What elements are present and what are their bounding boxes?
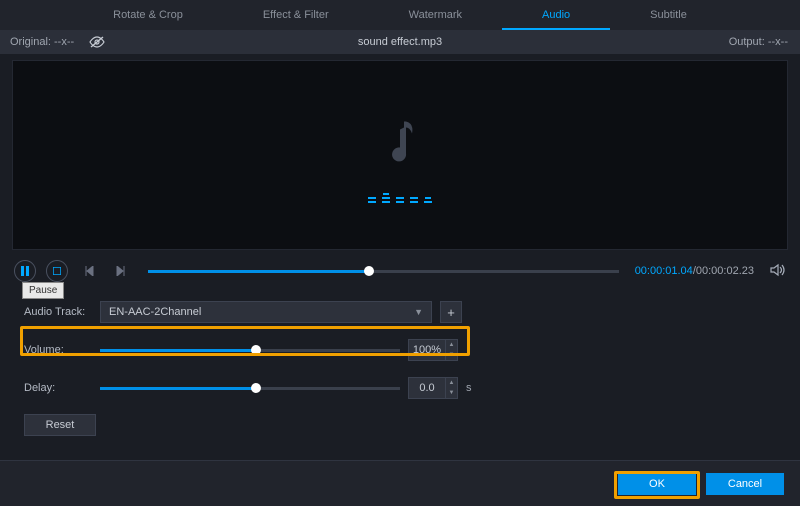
volume-slider[interactable] <box>100 342 400 358</box>
output-dimensions: Output: --x-- <box>729 36 800 48</box>
tab-rotate-crop[interactable]: Rotate & Crop <box>73 0 223 30</box>
delay-label: Delay: <box>24 382 92 394</box>
total-time: 00:00:02.23 <box>696 265 754 277</box>
pause-button[interactable] <box>14 260 36 282</box>
info-bar: Original: --x-- sound effect.mp3 Output:… <box>0 30 800 54</box>
ok-button[interactable]: OK <box>618 473 696 495</box>
tab-audio[interactable]: Audio <box>502 0 610 30</box>
audio-track-select[interactable]: EN-AAC-2Channel ▼ <box>100 301 432 323</box>
volume-label: Volume: <box>24 344 92 356</box>
audio-panel: Audio Track: EN-AAC-2Channel ▼ + Volume:… <box>0 286 800 436</box>
delay-value: 0.0 <box>409 382 445 394</box>
footer: OK Cancel <box>0 460 800 506</box>
cancel-button[interactable]: Cancel <box>706 473 784 495</box>
pause-tooltip: Pause <box>22 282 64 299</box>
filename-label: sound effect.mp3 <box>358 36 442 48</box>
volume-up-spinner[interactable]: ▲ <box>446 340 457 350</box>
delay-down-spinner[interactable]: ▼ <box>446 388 457 398</box>
current-time: 00:00:01.04 <box>635 265 693 277</box>
reset-button[interactable]: Reset <box>24 414 96 436</box>
playback-bar: 00:00:01.04/00:00:02.23 Pause <box>0 250 800 286</box>
timecode: 00:00:01.04/00:00:02.23 <box>635 265 754 277</box>
volume-row: Volume: 100% ▲ ▼ <box>24 338 776 362</box>
delay-unit: s <box>466 382 480 394</box>
next-frame-button[interactable] <box>110 260 132 282</box>
volume-value-box[interactable]: 100% ▲ ▼ <box>408 339 458 361</box>
stop-button[interactable] <box>46 260 68 282</box>
delay-row: Delay: 0.0 ▲ ▼ s <box>24 376 776 400</box>
volume-down-spinner[interactable]: ▼ <box>446 350 457 360</box>
prev-frame-button[interactable] <box>78 260 100 282</box>
audio-track-label: Audio Track: <box>24 306 92 318</box>
equalizer-icon <box>368 193 432 203</box>
tab-watermark[interactable]: Watermark <box>369 0 502 30</box>
editor-tabs: Rotate & Crop Effect & Filter Watermark … <box>0 0 800 30</box>
add-track-button[interactable]: + <box>440 301 462 323</box>
volume-value: 100% <box>409 344 445 356</box>
audio-track-row: Audio Track: EN-AAC-2Channel ▼ + <box>24 300 776 324</box>
volume-icon[interactable] <box>770 263 786 280</box>
tab-subtitle[interactable]: Subtitle <box>610 0 727 30</box>
original-dimensions: Original: --x-- <box>10 36 74 48</box>
delay-up-spinner[interactable]: ▲ <box>446 378 457 388</box>
preview-area <box>12 60 788 250</box>
delay-value-box[interactable]: 0.0 ▲ ▼ <box>408 377 458 399</box>
chevron-down-icon: ▼ <box>414 307 423 317</box>
seek-slider[interactable] <box>148 263 619 279</box>
tab-effect-filter[interactable]: Effect & Filter <box>223 0 369 30</box>
delay-slider[interactable] <box>100 380 400 396</box>
audio-track-value: EN-AAC-2Channel <box>109 306 201 318</box>
music-note-icon <box>380 117 420 170</box>
preview-toggle-icon[interactable] <box>88 35 106 49</box>
